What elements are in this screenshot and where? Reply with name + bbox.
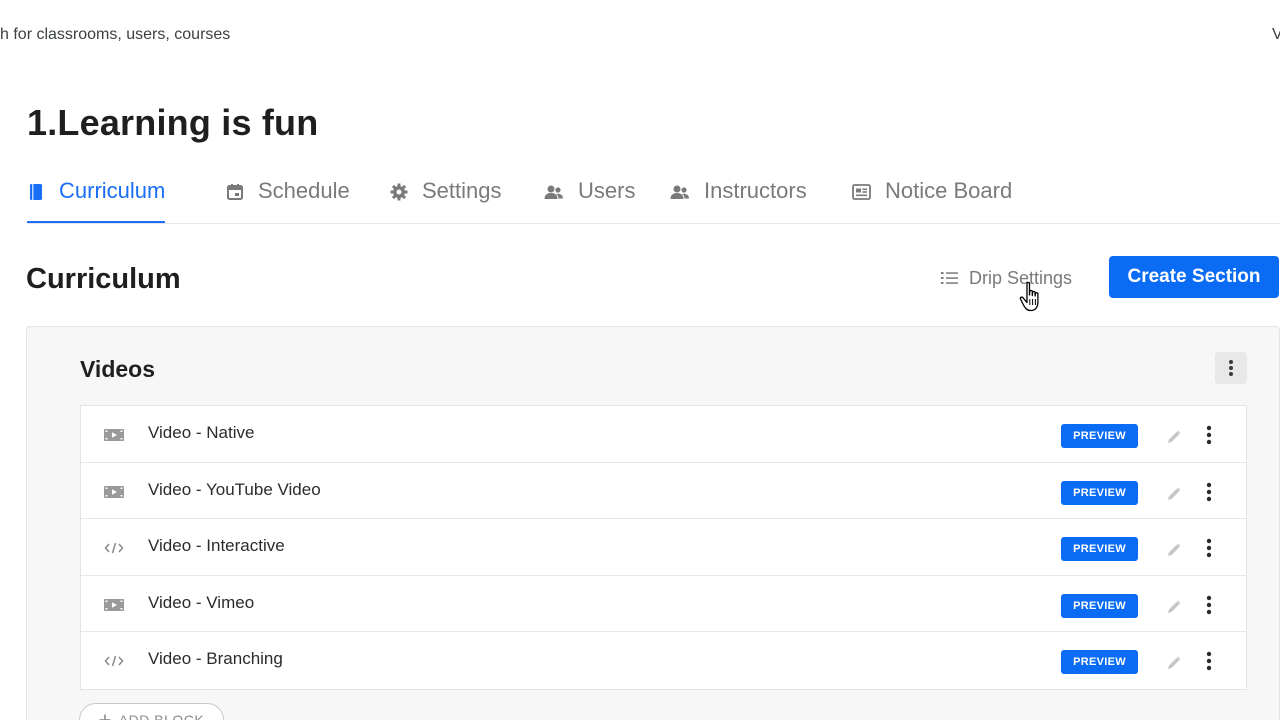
list-item[interactable]: Video - YouTube Video PREVIEW: [81, 463, 1246, 519]
block-title: Video - YouTube Video: [148, 479, 321, 499]
edit-button[interactable]: [1164, 597, 1184, 617]
row-menu-button[interactable]: [1199, 423, 1219, 447]
instructors-icon: [670, 185, 689, 199]
video-icon: [103, 484, 125, 500]
list-icon: [941, 272, 958, 284]
tab-settings[interactable]: Settings: [390, 178, 502, 224]
hand-cursor-icon: [1019, 281, 1039, 312]
kebab-menu-icon: [1229, 360, 1233, 376]
list-item[interactable]: Video - Vimeo PREVIEW: [81, 576, 1246, 632]
edit-button[interactable]: [1164, 540, 1184, 560]
classroom-tabs: Curriculum Schedule Settings Users Instr…: [0, 166, 1280, 224]
edit-button[interactable]: [1164, 653, 1184, 673]
plus-icon: [99, 714, 111, 720]
section-title: Videos: [80, 356, 155, 382]
preview-badge[interactable]: PREVIEW: [1061, 480, 1138, 505]
block-title: Video - Interactive: [148, 536, 285, 555]
top-bar: h for classrooms, users, courses V: [0, 0, 1280, 70]
tab-label: Settings: [422, 178, 502, 203]
pencil-icon: [1168, 430, 1181, 443]
code-icon: [103, 653, 125, 669]
list-item[interactable]: Video - Native PREVIEW: [81, 406, 1246, 463]
block-title: Video - Native: [148, 423, 255, 442]
video-icon: [103, 597, 125, 613]
gear-icon: [390, 183, 408, 201]
drip-settings-button[interactable]: Drip Settings: [940, 262, 1072, 294]
book-icon: [30, 184, 42, 200]
page-title: 1.Learning is fun: [27, 102, 319, 143]
tab-curriculum[interactable]: Curriculum: [27, 178, 166, 224]
add-block-button[interactable]: ADD BLOCK: [79, 703, 224, 720]
section-card: Videos Video - Native PREVIEW Video - Yo…: [26, 326, 1280, 720]
code-icon: [103, 540, 125, 556]
tab-notice-board[interactable]: Notice Board: [852, 178, 1012, 224]
row-menu-button[interactable]: [1199, 536, 1219, 560]
preview-badge[interactable]: PREVIEW: [1061, 424, 1138, 448]
section-menu-button[interactable]: [1215, 352, 1247, 384]
edit-button[interactable]: [1164, 484, 1184, 504]
top-right-clipped-text: V: [1272, 26, 1280, 43]
video-icon: [103, 427, 125, 443]
kebab-menu-icon: [1206, 651, 1212, 671]
tab-label: Users: [578, 178, 636, 203]
row-menu-button[interactable]: [1199, 480, 1219, 504]
search-input[interactable]: h for classrooms, users, courses: [0, 26, 230, 44]
pencil-icon: [1168, 656, 1181, 669]
create-section-button[interactable]: Create Section: [1109, 256, 1279, 298]
kebab-menu-icon: [1206, 538, 1212, 558]
preview-badge[interactable]: PREVIEW: [1061, 650, 1138, 674]
row-menu-button[interactable]: [1199, 593, 1219, 617]
list-item[interactable]: Video - Interactive PREVIEW: [81, 519, 1246, 576]
pencil-icon: [1168, 543, 1181, 556]
edit-button[interactable]: [1164, 427, 1184, 447]
tab-label: Notice Board: [885, 178, 1013, 203]
preview-badge[interactable]: PREVIEW: [1061, 537, 1138, 561]
tab-label: Curriculum: [59, 178, 166, 203]
tab-label: Instructors: [704, 178, 807, 203]
list-item[interactable]: Video - Branching PREVIEW: [81, 632, 1246, 689]
block-title: Video - Vimeo: [148, 592, 255, 612]
block-title: Video - Branching: [148, 649, 283, 668]
tab-instructors[interactable]: Instructors: [670, 178, 807, 224]
pencil-icon: [1168, 600, 1181, 613]
tab-schedule[interactable]: Schedule: [226, 178, 350, 224]
notice-board-icon: [852, 184, 871, 200]
preview-badge[interactable]: PREVIEW: [1061, 593, 1138, 618]
row-menu-button[interactable]: [1199, 649, 1219, 673]
tab-users[interactable]: Users: [544, 178, 635, 224]
kebab-menu-icon: [1206, 595, 1212, 614]
pencil-icon: [1168, 487, 1181, 500]
calendar-icon: [227, 184, 243, 200]
kebab-menu-icon: [1206, 482, 1212, 501]
users-icon: [544, 185, 563, 199]
kebab-menu-icon: [1206, 425, 1212, 445]
curriculum-heading: Curriculum: [26, 263, 181, 295]
add-block-label: ADD BLOCK: [118, 712, 205, 720]
tab-label: Schedule: [258, 178, 350, 203]
block-list: Video - Native PREVIEW Video - YouTube V…: [80, 405, 1247, 690]
tabs-divider: [27, 223, 1280, 224]
